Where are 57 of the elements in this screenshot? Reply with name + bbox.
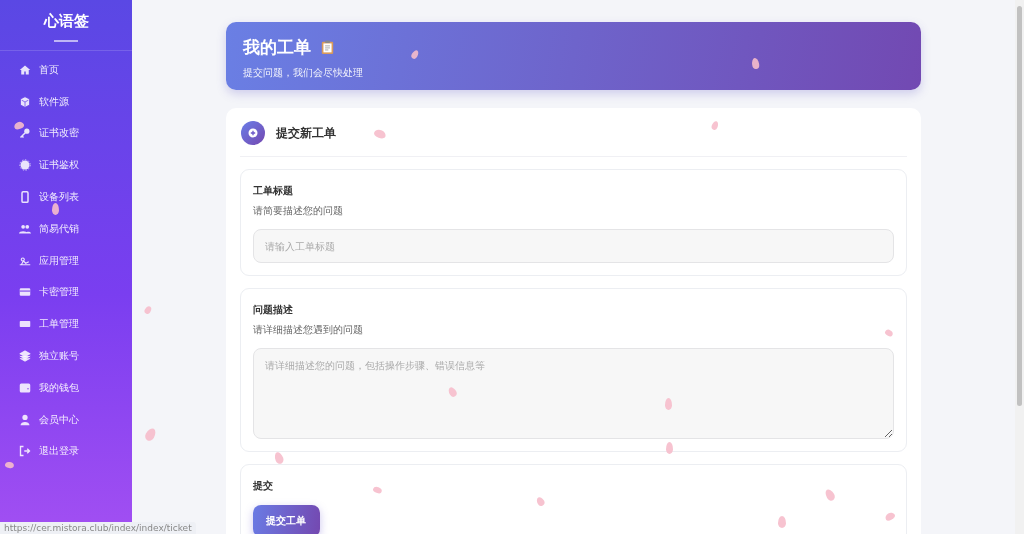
field-hint: 请详细描述您遇到的问题 — [252, 323, 363, 337]
nav-item[interactable]: 设备列表 — [0, 181, 132, 213]
user-icon — [19, 413, 31, 426]
petal-icon — [372, 485, 383, 495]
nav-item[interactable]: 证书改密 — [0, 117, 132, 150]
nav-item[interactable]: 工单管理 — [0, 308, 132, 341]
wallet-icon — [19, 381, 31, 394]
nav-item[interactable]: 我的钱包 — [0, 371, 132, 404]
petal-icon — [410, 49, 420, 60]
petal-icon — [273, 451, 285, 465]
clipboard-icon — [320, 40, 334, 55]
nav-item[interactable]: 应用管理 — [0, 244, 132, 277]
phone-icon — [19, 191, 31, 204]
petal-icon — [13, 120, 25, 131]
submit-button[interactable]: 提交工单 — [252, 505, 320, 534]
field-label: 提交 — [252, 479, 273, 493]
nav-item[interactable]: 证书鉴权 — [0, 149, 132, 182]
description-textarea[interactable]: 请详细描述您的问题，包括操作步骤、错误信息等 — [252, 348, 894, 439]
scrollbar[interactable] — [1015, 0, 1024, 534]
petal-icon — [665, 398, 672, 410]
users-icon — [19, 222, 31, 235]
logout-icon — [19, 445, 31, 458]
nav-item[interactable]: 首页 — [0, 54, 132, 86]
status-url: https://cer.mistora.club/index/index/ticket — [0, 522, 196, 534]
page-subtitle: 提交问题，我们会尽快处理 — [242, 66, 364, 80]
petal-icon — [710, 120, 720, 131]
petal-icon — [4, 461, 15, 469]
nav-item[interactable]: 卡密管理 — [0, 276, 132, 309]
petal-icon — [883, 510, 897, 523]
home-icon — [19, 63, 31, 76]
nav-item[interactable]: 软件源 — [0, 85, 132, 118]
petal-icon — [52, 203, 59, 215]
petal-icon — [373, 128, 387, 140]
nav-item[interactable]: 会员中心 — [0, 403, 132, 436]
form-title: 提交新工单 — [275, 124, 336, 142]
cube-icon — [19, 95, 31, 108]
petal-icon — [751, 57, 760, 70]
nav-item[interactable]: 独立账号 — [0, 340, 132, 372]
nav-item[interactable]: 简易代销 — [0, 213, 132, 245]
petal-icon — [143, 305, 153, 315]
key-icon — [19, 127, 31, 140]
petal-icon — [884, 328, 894, 338]
petal-icon — [778, 516, 786, 528]
layers-icon — [19, 350, 31, 363]
brand-underline — [54, 40, 78, 42]
card-icon — [19, 286, 31, 299]
add-icon — [239, 120, 266, 146]
gear-icon — [19, 159, 31, 172]
petal-icon — [666, 442, 673, 454]
petal-icon — [535, 495, 546, 508]
field-label: 工单标题 — [252, 184, 293, 198]
title-input[interactable]: 请输入工单标题 — [252, 229, 894, 263]
nav-item[interactable]: 退出登录 — [0, 435, 132, 468]
brand-name: 心语签 — [43, 12, 89, 31]
field-hint: 请简要描述您的问题 — [252, 204, 343, 218]
page-title: 我的工单 — [242, 36, 311, 59]
field-label: 问题描述 — [252, 303, 293, 317]
